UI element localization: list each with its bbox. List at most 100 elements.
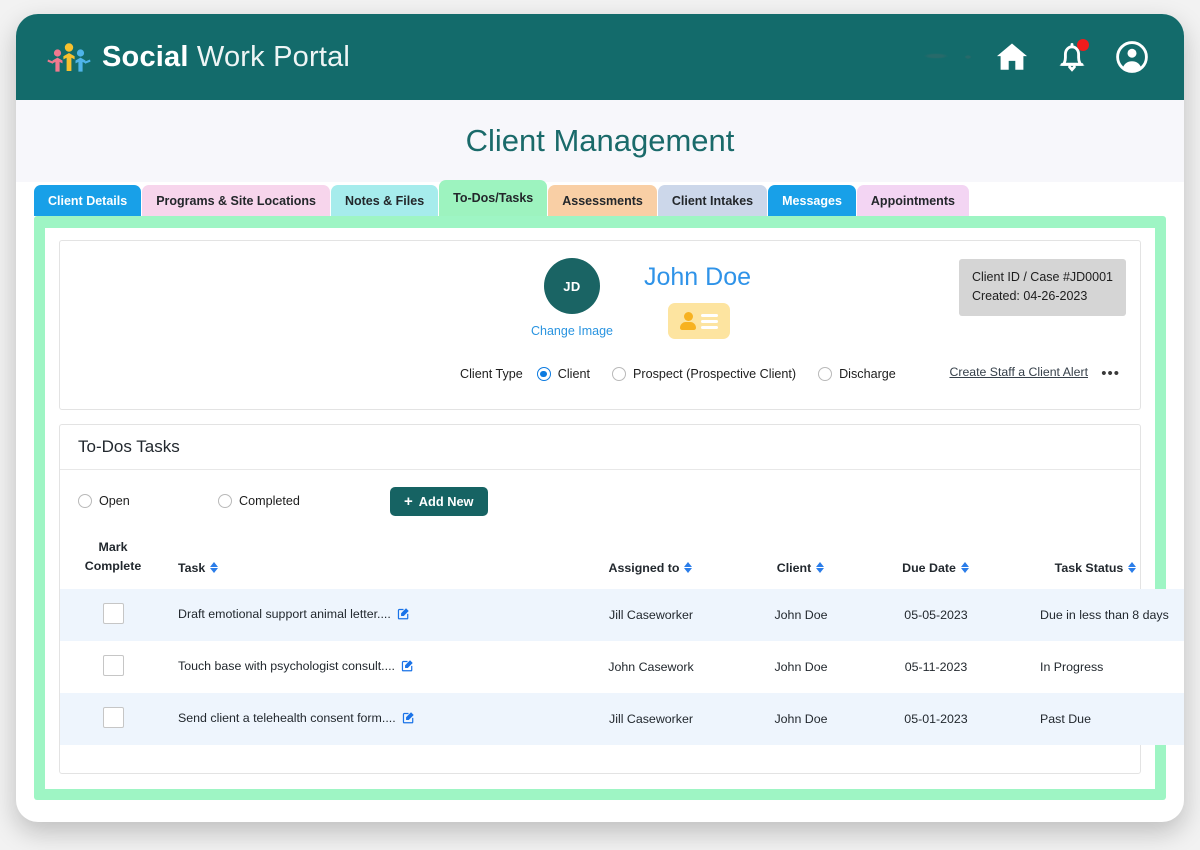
tab-assessments[interactable]: Assessments	[548, 185, 657, 216]
cell-task: Touch base with psychologist consult....	[166, 641, 566, 693]
tab-label: Client Details	[48, 194, 127, 208]
cell-due-date: 05-05-2023	[866, 589, 1006, 641]
filter-open[interactable]: Open	[78, 494, 196, 508]
mark-complete-checkbox[interactable]	[103, 603, 124, 624]
tab-appointments[interactable]: Appointments	[857, 185, 969, 216]
client-avatar-block: JD Change Image	[512, 258, 632, 338]
topbar-smudge-artifact	[920, 52, 980, 62]
todos-section-title: To-Dos Tasks	[60, 425, 1140, 470]
col-due-date-label: Due Date	[902, 561, 956, 575]
client-type-option-label: Client	[558, 367, 590, 381]
col-client[interactable]: Client	[736, 532, 866, 589]
tab-label: Notes & Files	[345, 194, 424, 208]
client-type-radio-2[interactable]	[818, 367, 832, 381]
sort-icon-client[interactable]	[816, 561, 825, 574]
id-card-icon[interactable]	[668, 303, 730, 339]
bell-notification-icon[interactable]	[1054, 39, 1090, 75]
col-task-status[interactable]: Task Status	[1006, 532, 1184, 589]
avatar: JD	[544, 258, 600, 314]
tab-notes-files[interactable]: Notes & Files	[331, 185, 438, 216]
brand-logo-group[interactable]: Social Work Portal	[46, 41, 350, 74]
task-text: Draft emotional support animal letter...…	[178, 607, 391, 621]
col-due-date[interactable]: Due Date	[866, 532, 1006, 589]
col-task-status-label: Task Status	[1055, 561, 1124, 575]
client-created-line: Created: 04-26-2023	[972, 287, 1113, 306]
mark-complete-checkbox[interactable]	[103, 707, 124, 728]
people-group-logo-icon	[46, 42, 92, 72]
edit-task-icon[interactable]	[401, 659, 414, 675]
cell-due-date: 05-01-2023	[866, 693, 1006, 745]
tab-to-dos-tasks[interactable]: To-Dos/Tasks	[439, 180, 547, 216]
todos-tasks-panel: To-Dos Tasks Open Completed + Add New	[59, 424, 1141, 774]
col-mark-complete-l2: Complete	[85, 559, 141, 573]
todos-table-body: Draft emotional support animal letter...…	[60, 589, 1184, 745]
home-icon[interactable]	[994, 39, 1030, 75]
sort-icon-task[interactable]	[210, 561, 219, 574]
cell-task-status: Past Due	[1006, 693, 1184, 745]
client-type-radio-1[interactable]	[612, 367, 626, 381]
sort-icon-due-date[interactable]	[961, 561, 970, 574]
edit-task-icon[interactable]	[397, 607, 410, 623]
cell-task-status: Due in less than 8 days	[1006, 589, 1184, 641]
col-mark-complete-l1: Mark	[99, 540, 128, 554]
table-row[interactable]: Draft emotional support animal letter...…	[60, 589, 1184, 641]
tab-programs-site-locations[interactable]: Programs & Site Locations	[142, 185, 330, 216]
sort-icon-task-status[interactable]	[1128, 561, 1137, 574]
table-row[interactable]: Touch base with psychologist consult....…	[60, 641, 1184, 693]
table-row[interactable]: Send client a telehealth consent form...…	[60, 693, 1184, 745]
tab-label: Client Intakes	[672, 194, 753, 208]
cell-client: John Doe	[736, 589, 866, 641]
todos-header-row: Mark Complete Task Assigned to Client	[60, 532, 1184, 589]
page-title-band: Client Management	[16, 100, 1184, 182]
tab-messages[interactable]: Messages	[768, 185, 856, 216]
cell-client: John Doe	[736, 693, 866, 745]
col-task[interactable]: Task	[166, 532, 566, 589]
filter-open-label: Open	[99, 494, 130, 508]
id-card-lines-glyph	[701, 314, 718, 329]
cell-mark-complete[interactable]	[60, 641, 166, 693]
tab-label: To-Dos/Tasks	[453, 191, 533, 205]
top-navigation-bar: Social Work Portal	[16, 14, 1184, 100]
col-assigned-to-label: Assigned to	[609, 561, 680, 575]
cell-mark-complete[interactable]	[60, 589, 166, 641]
client-type-option-1[interactable]: Prospect (Prospective Client)	[612, 367, 796, 381]
client-type-option-label: Discharge	[839, 367, 896, 381]
filter-completed[interactable]: Completed	[218, 494, 368, 508]
filter-completed-radio[interactable]	[218, 494, 232, 508]
create-client-alert-link[interactable]: Create Staff a Client Alert	[949, 365, 1088, 379]
todos-table-head: Mark Complete Task Assigned to Client	[60, 532, 1184, 589]
client-type-option-0[interactable]: Client	[537, 367, 590, 381]
client-id-line: Client ID / Case #JD0001	[972, 268, 1113, 287]
tab-label: Messages	[782, 194, 842, 208]
client-type-label: Client Type	[460, 367, 523, 381]
mark-complete-checkbox[interactable]	[103, 655, 124, 676]
todos-table: Mark Complete Task Assigned to Client	[60, 532, 1184, 745]
user-account-icon[interactable]	[1114, 39, 1150, 75]
cell-task: Draft emotional support animal letter...…	[166, 589, 566, 641]
change-image-link[interactable]: Change Image	[512, 324, 632, 338]
filter-open-radio[interactable]	[78, 494, 92, 508]
client-type-radio-0[interactable]	[537, 367, 551, 381]
cell-task-status: In Progress	[1006, 641, 1184, 693]
tab-client-details[interactable]: Client Details	[34, 185, 141, 216]
col-assigned-to[interactable]: Assigned to	[566, 532, 736, 589]
notification-badge-dot	[1077, 39, 1089, 51]
page-title: Client Management	[466, 123, 735, 159]
edit-task-icon[interactable]	[402, 711, 415, 727]
cell-due-date: 05-11-2023	[866, 641, 1006, 693]
id-card-person-glyph	[680, 312, 696, 330]
tab-label: Appointments	[871, 194, 955, 208]
more-options-icon[interactable]: •••	[1101, 365, 1120, 382]
add-new-button[interactable]: + Add New	[390, 487, 488, 516]
cell-mark-complete[interactable]	[60, 693, 166, 745]
client-summary-card: JD Change Image John Doe Client ID / Cas…	[59, 240, 1141, 410]
todos-filter-controls: Open Completed + Add New	[60, 470, 1140, 532]
cell-assigned-to: John Casework	[566, 641, 736, 693]
plus-icon: +	[404, 494, 413, 509]
task-text: Touch base with psychologist consult....	[178, 659, 395, 673]
client-type-option-2[interactable]: Discharge	[818, 367, 896, 381]
brand-name-light: Work Portal	[189, 41, 350, 73]
sort-icon-assigned-to[interactable]	[684, 561, 693, 574]
tab-client-intakes[interactable]: Client Intakes	[658, 185, 767, 216]
cell-task: Send client a telehealth consent form...…	[166, 693, 566, 745]
